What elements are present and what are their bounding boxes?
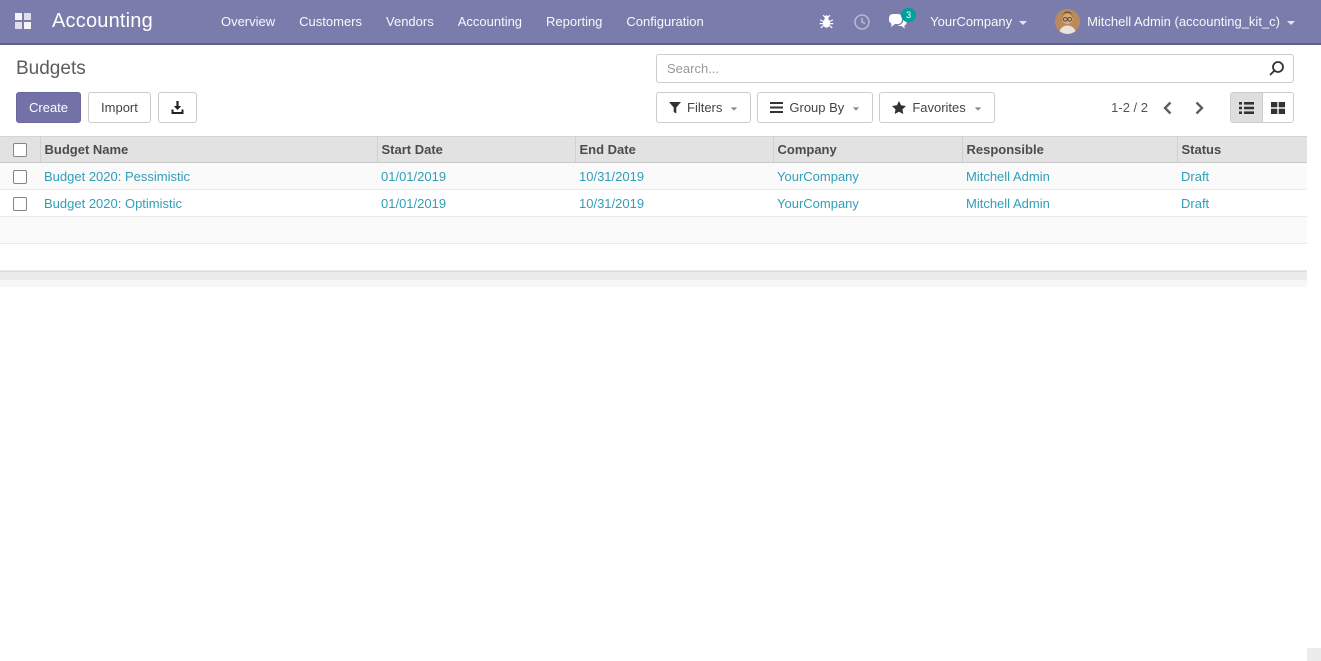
systray: 3 YourCompany Mitchell Admin (accounting… xyxy=(810,0,1307,44)
column-header-end-date[interactable]: End Date xyxy=(574,136,773,163)
favorites-button[interactable]: Favorites xyxy=(879,92,995,123)
table-header-row: Budget Name Start Date End Date Company … xyxy=(0,136,1307,163)
column-header-start-date[interactable]: Start Date xyxy=(376,136,575,163)
filter-funnel-icon xyxy=(669,101,681,113)
column-header-company[interactable]: Company xyxy=(772,136,962,163)
company-name: YourCompany xyxy=(930,14,1013,29)
chevron-down-icon xyxy=(1287,20,1295,25)
apps-menu-button[interactable] xyxy=(8,7,38,37)
avatar xyxy=(1055,9,1081,34)
activities-clock-icon[interactable] xyxy=(846,6,878,38)
chevron-down-icon xyxy=(853,106,860,111)
column-header-responsible[interactable]: Responsible xyxy=(961,136,1177,163)
cell-status[interactable]: Draft xyxy=(1177,162,1307,190)
main-menu: Overview Customers Vendors Accounting Re… xyxy=(209,1,716,42)
cell-budget-name[interactable]: Budget 2020: Optimistic xyxy=(40,189,377,217)
menu-overview[interactable]: Overview xyxy=(209,1,287,42)
debug-bug-icon[interactable] xyxy=(810,6,842,38)
column-header-status[interactable]: Status xyxy=(1176,136,1307,163)
cell-responsible[interactable]: Mitchell Admin xyxy=(962,162,1177,190)
cell-budget-name[interactable]: Budget 2020: Pessimistic xyxy=(40,162,377,190)
menu-reporting[interactable]: Reporting xyxy=(534,1,614,42)
messages-menu-button[interactable]: 3 xyxy=(882,6,917,38)
export-button[interactable] xyxy=(157,92,197,123)
bug-icon xyxy=(819,14,833,29)
cell-start-date[interactable]: 01/01/2019 xyxy=(377,162,575,190)
filters-button[interactable]: Filters xyxy=(656,92,752,123)
favorites-label: Favorites xyxy=(912,100,966,115)
scrollbar-corner xyxy=(1307,648,1321,661)
kanban-view-icon xyxy=(1271,101,1285,114)
apps-grid-icon xyxy=(14,13,31,29)
select-all-cell xyxy=(0,136,40,163)
company-switcher[interactable]: YourCompany xyxy=(918,0,1039,44)
budget-table: Budget Name Start Date End Date Company … xyxy=(0,136,1307,271)
pager-previous-button[interactable] xyxy=(1154,95,1180,121)
pager: 1-2 / 2 xyxy=(1111,95,1212,121)
row-select-cell xyxy=(0,162,40,190)
app-title[interactable]: Accounting xyxy=(52,10,153,33)
cell-company[interactable]: YourCompany xyxy=(773,189,962,217)
empty-filler-row xyxy=(0,243,1307,271)
import-button[interactable]: Import xyxy=(88,92,151,123)
top-navbar: Accounting Overview Customers Vendors Ac… xyxy=(0,0,1321,45)
table-footer-shadow xyxy=(0,280,1307,287)
row-select-cell xyxy=(0,189,40,217)
chevron-down-icon xyxy=(974,106,981,111)
select-all-checkbox[interactable] xyxy=(12,143,27,158)
menu-vendors[interactable]: Vendors xyxy=(374,1,446,42)
table-footer-strip xyxy=(0,271,1307,280)
page-title: Budgets xyxy=(16,58,86,79)
menu-customers[interactable]: Customers xyxy=(287,1,374,42)
cell-company[interactable]: YourCompany xyxy=(773,162,962,190)
menu-configuration[interactable]: Configuration xyxy=(614,1,715,42)
list-view-icon xyxy=(1239,101,1254,114)
row-checkbox[interactable] xyxy=(13,169,27,184)
cell-status[interactable]: Draft xyxy=(1177,189,1307,217)
cell-responsible[interactable]: Mitchell Admin xyxy=(962,189,1177,217)
chevron-left-icon xyxy=(1162,101,1171,114)
group-by-button[interactable]: Group By xyxy=(757,92,874,123)
kanban-view-button[interactable] xyxy=(1262,93,1293,122)
pager-value[interactable]: 1-2 / 2 xyxy=(1111,100,1148,115)
user-menu[interactable]: Mitchell Admin (accounting_kit_c) xyxy=(1043,0,1307,44)
group-by-label: Group By xyxy=(789,100,845,115)
group-by-bars-icon xyxy=(770,102,784,113)
star-icon xyxy=(892,101,907,114)
chevron-right-icon xyxy=(1195,101,1204,114)
column-header-budget-name[interactable]: Budget Name xyxy=(39,136,377,163)
list-view: Budget Name Start Date End Date Company … xyxy=(0,136,1321,287)
search-box xyxy=(656,54,1294,83)
row-checkbox[interactable] xyxy=(13,196,27,211)
pager-next-button[interactable] xyxy=(1186,95,1212,121)
download-icon xyxy=(171,100,184,114)
messages-count-badge: 3 xyxy=(901,7,917,22)
table-row[interactable]: Budget 2020: Optimistic 01/01/2019 10/31… xyxy=(0,189,1307,217)
empty-filler-row xyxy=(0,216,1307,244)
control-panel: Budgets Create Import xyxy=(0,54,1321,123)
view-switcher xyxy=(1230,92,1294,123)
create-button[interactable]: Create xyxy=(16,92,82,123)
cell-start-date[interactable]: 01/01/2019 xyxy=(377,189,575,217)
search-icon[interactable] xyxy=(1268,60,1285,77)
table-row[interactable]: Budget 2020: Pessimistic 01/01/2019 10/3… xyxy=(0,162,1307,190)
clock-icon xyxy=(854,13,870,30)
menu-accounting[interactable]: Accounting xyxy=(446,1,534,42)
filters-label: Filters xyxy=(687,100,723,115)
user-name: Mitchell Admin (accounting_kit_c) xyxy=(1087,14,1280,29)
chevron-down-icon xyxy=(731,106,738,111)
search-input[interactable] xyxy=(667,61,1268,76)
chevron-down-icon xyxy=(1019,20,1028,25)
cell-end-date[interactable]: 10/31/2019 xyxy=(575,189,773,217)
cell-end-date[interactable]: 10/31/2019 xyxy=(575,162,773,190)
list-view-button[interactable] xyxy=(1231,93,1262,122)
